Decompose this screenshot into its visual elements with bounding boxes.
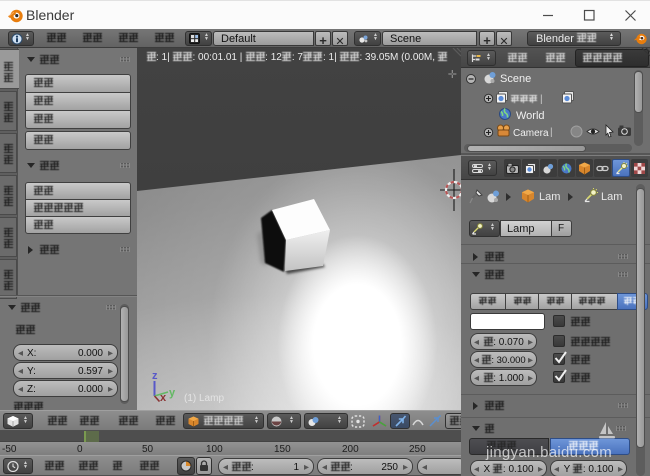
- svg-text:y: y: [169, 387, 176, 399]
- svg-text:x: x: [160, 392, 167, 402]
- svg-text:z: z: [152, 370, 158, 382]
